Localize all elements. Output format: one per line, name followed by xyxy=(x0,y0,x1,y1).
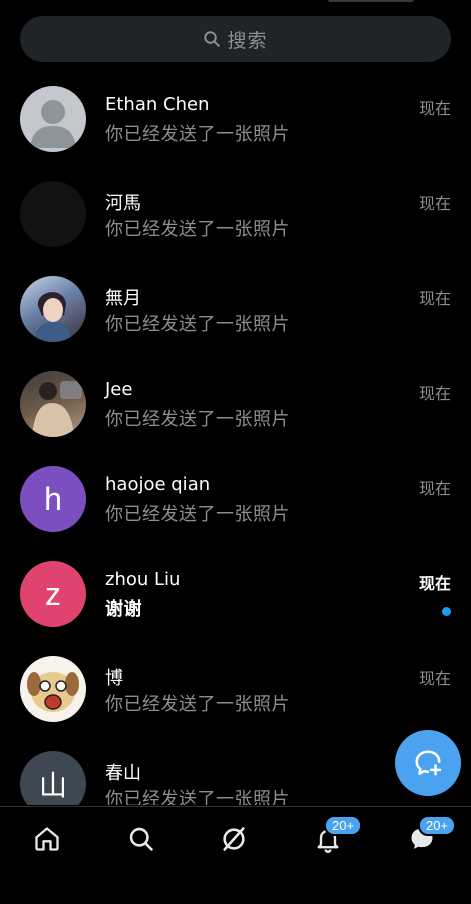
notification-badge: 20+ xyxy=(324,815,363,836)
conversation-row[interactable]: Ethan Chen 你已经发送了一张照片 现在 xyxy=(0,70,471,165)
avatar[interactable] xyxy=(20,656,86,722)
conversation-list[interactable]: Ethan Chen 你已经发送了一张照片 现在 河馬 你已经发送了一张照片 现… xyxy=(0,70,471,805)
avatar[interactable] xyxy=(20,181,86,247)
top-handle xyxy=(328,0,414,2)
contact-name: 河馬 xyxy=(105,193,141,214)
message-preview: 你已经发送了一张照片 xyxy=(105,314,290,335)
timestamp: 现在 xyxy=(418,289,451,308)
conversation-row[interactable]: z zhou Liu 谢谢 现在 xyxy=(0,545,471,640)
avatar[interactable]: 山 xyxy=(20,751,86,805)
contact-name: Jee xyxy=(105,379,133,400)
search-bar[interactable]: 搜索 xyxy=(20,16,451,62)
avatar[interactable]: h xyxy=(20,466,86,532)
messages-badge: 20+ xyxy=(418,815,457,836)
contact-name: zhou Liu xyxy=(105,569,181,590)
new-message-icon xyxy=(415,750,442,776)
message-preview: 你已经发送了一张照片 xyxy=(105,219,290,240)
search-icon xyxy=(129,827,153,851)
conversation-row[interactable]: 博 你已经发送了一张照片 现在 xyxy=(0,640,471,735)
timestamp: 现在 xyxy=(418,99,451,118)
conversation-row[interactable]: h haojoe qian 你已经发送了一张照片 现在 xyxy=(0,450,471,545)
avatar[interactable] xyxy=(20,86,86,152)
timestamp: 现在 xyxy=(418,384,451,403)
default-profile-icon xyxy=(30,100,76,148)
message-preview: 你已经发送了一张照片 xyxy=(105,504,290,525)
anime-character-image xyxy=(34,292,72,342)
avatar-letter: z xyxy=(45,575,61,612)
contact-name: haojoe qian xyxy=(105,474,211,495)
avatar[interactable] xyxy=(20,371,86,437)
conversation-row[interactable]: 河馬 你已经发送了一张照片 现在 xyxy=(0,165,471,260)
message-preview: 你已经发送了一张照片 xyxy=(105,124,290,145)
tab-notifications[interactable]: 20+ xyxy=(308,815,363,859)
tab-search[interactable] xyxy=(121,819,161,859)
tab-messages[interactable]: 20+ xyxy=(402,815,457,859)
conversation-row[interactable]: Jee 你已经发送了一张照片 现在 xyxy=(0,355,471,450)
contact-name: Ethan Chen xyxy=(105,94,210,115)
dog-sticker-image xyxy=(27,672,79,712)
unread-dot xyxy=(442,607,451,616)
timestamp: 现在 xyxy=(418,479,451,498)
search-placeholder: 搜索 xyxy=(227,29,268,52)
message-preview: 谢谢 xyxy=(105,599,142,620)
avatar-letter: 山 xyxy=(38,769,67,802)
avatar-letter: h xyxy=(44,480,62,517)
tab-grok[interactable] xyxy=(214,819,254,859)
bottom-tab-bar: 20+ 20+ xyxy=(0,806,471,904)
avatar[interactable]: z xyxy=(20,561,86,627)
message-preview: 你已经发送了一张照片 xyxy=(105,694,290,715)
timestamp: 现在 xyxy=(418,669,451,688)
contact-name: 無月 xyxy=(105,288,141,309)
contact-name: 春山 xyxy=(105,763,141,784)
conversation-row[interactable]: 無月 你已经发送了一张照片 现在 xyxy=(0,260,471,355)
avatar[interactable] xyxy=(20,276,86,342)
person-photo-image xyxy=(32,381,82,437)
message-preview: 你已经发送了一张照片 xyxy=(105,409,290,430)
message-preview: 你已经发送了一张照片 xyxy=(105,789,290,805)
contact-name: 博 xyxy=(105,668,123,689)
home-icon xyxy=(35,827,59,851)
grok-icon xyxy=(223,827,245,851)
timestamp: 现在 xyxy=(418,194,451,213)
new-message-button[interactable] xyxy=(395,730,461,796)
timestamp: 现在 xyxy=(418,574,451,593)
search-icon xyxy=(204,31,221,47)
tab-home[interactable] xyxy=(27,819,67,859)
